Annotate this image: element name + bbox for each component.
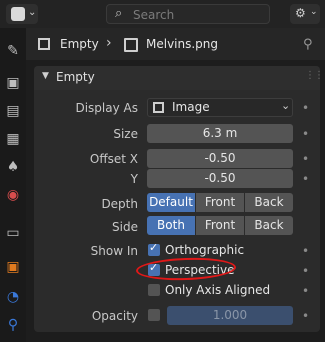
only-axis-aligned-checkbox[interactable]: [148, 284, 160, 296]
pin-icon[interactable]: ⚲: [303, 37, 313, 52]
offset-y-label: Y: [130, 172, 138, 186]
keyframe-dot-icon[interactable]: •: [302, 244, 309, 258]
display-as-value: Image: [172, 100, 210, 114]
depth-front-option[interactable]: Front: [196, 193, 244, 212]
display-as-label: Display As: [75, 101, 138, 115]
search-icon: ⌕: [115, 6, 123, 21]
constraint-icon: ⚲: [7, 317, 19, 333]
image-stack-icon: ▦: [6, 131, 20, 147]
collection-box-icon: ▭: [6, 225, 20, 241]
chevron-down-icon[interactable]: ▼: [42, 71, 49, 81]
size-field[interactable]: 6.3 m: [147, 124, 293, 143]
offset-x-label: Offset X: [89, 152, 138, 166]
orthographic-checkbox[interactable]: [148, 241, 160, 256]
chevron-down-icon: ⌄: [310, 7, 318, 17]
world-tab[interactable]: ◉: [2, 184, 24, 206]
physics-icon: ◔: [6, 289, 20, 305]
object-name: Empty: [60, 37, 99, 51]
side-back-option[interactable]: Back: [245, 216, 293, 235]
chevron-down-icon: ⌄: [281, 99, 291, 112]
image-data-name: Melvins.png: [146, 37, 219, 51]
keyframe-dot-icon[interactable]: •: [302, 101, 309, 115]
depth-label: Depth: [101, 197, 138, 211]
physics-tab[interactable]: ◔: [2, 286, 24, 308]
tool-tab[interactable]: ✎: [2, 40, 24, 62]
side-both-option[interactable]: Both: [147, 216, 195, 235]
render-tab[interactable]: ▣: [2, 72, 24, 94]
printer-icon: ▤: [6, 103, 20, 119]
side-label: Side: [112, 220, 138, 234]
panel-title: Empty: [56, 70, 95, 84]
depth-default-option[interactable]: Default: [147, 193, 195, 212]
constraints-tab[interactable]: ⚲: [2, 314, 24, 336]
scene-tab[interactable]: ♠: [2, 156, 24, 178]
output-tab[interactable]: ▤: [2, 100, 24, 122]
chevron-down-icon: ⌄: [28, 7, 37, 18]
object-square-icon: ▣: [6, 259, 20, 275]
keyframe-dot-icon[interactable]: •: [302, 172, 309, 186]
properties-grid-icon: [11, 7, 25, 21]
opacity-enable-checkbox[interactable]: [148, 309, 160, 321]
camera-back-icon: ▣: [6, 75, 20, 91]
keyframe-dot-icon[interactable]: •: [302, 264, 309, 278]
keyframe-dot-icon[interactable]: •: [302, 152, 309, 166]
wrench-screwdriver-icon: ✎: [7, 43, 19, 59]
search-placeholder: Search: [133, 8, 175, 22]
collection-tab[interactable]: ▭: [2, 222, 24, 244]
editor-type-button[interactable]: ⌄: [6, 4, 38, 24]
view-layer-tab[interactable]: ▦: [2, 128, 24, 150]
scene-icon: ♠: [6, 159, 20, 175]
show-in-label: Show In: [90, 244, 138, 258]
image-icon: [124, 38, 138, 52]
orthographic-label: Orthographic: [165, 243, 245, 257]
object-tab[interactable]: ▣: [2, 256, 24, 278]
keyframe-dot-icon[interactable]: •: [302, 127, 309, 141]
depth-back-option[interactable]: Back: [245, 193, 293, 212]
empty-object-icon: [38, 38, 50, 50]
keyframe-dot-icon[interactable]: •: [302, 309, 309, 323]
offset-y-field[interactable]: -0.50: [147, 169, 293, 188]
filter-icon: ⚙: [295, 6, 306, 20]
display-as-dropdown[interactable]: Image ⌄: [147, 98, 293, 117]
size-label: Size: [113, 127, 138, 141]
world-icon: ◉: [6, 187, 20, 203]
image-icon: [153, 102, 164, 113]
side-front-option[interactable]: Front: [196, 216, 244, 235]
options-button[interactable]: ⚙ ⌄: [290, 4, 320, 24]
breadcrumb-separator: ›: [106, 35, 112, 51]
drag-handle-icon[interactable]: ⋮⋮⋮: [305, 70, 325, 81]
only-axis-aligned-label: Only Axis Aligned: [165, 283, 271, 297]
properties-tab-strip: ✎ ▣ ▤ ▦ ♠ ◉ ▭ ▣ ◔ ⚲: [0, 28, 26, 342]
offset-x-field[interactable]: -0.50: [147, 149, 293, 168]
opacity-field[interactable]: 1.000: [167, 306, 293, 325]
search-input[interactable]: ⌕ Search: [106, 4, 270, 24]
keyframe-dot-icon[interactable]: •: [302, 284, 309, 298]
opacity-label: Opacity: [91, 309, 138, 323]
